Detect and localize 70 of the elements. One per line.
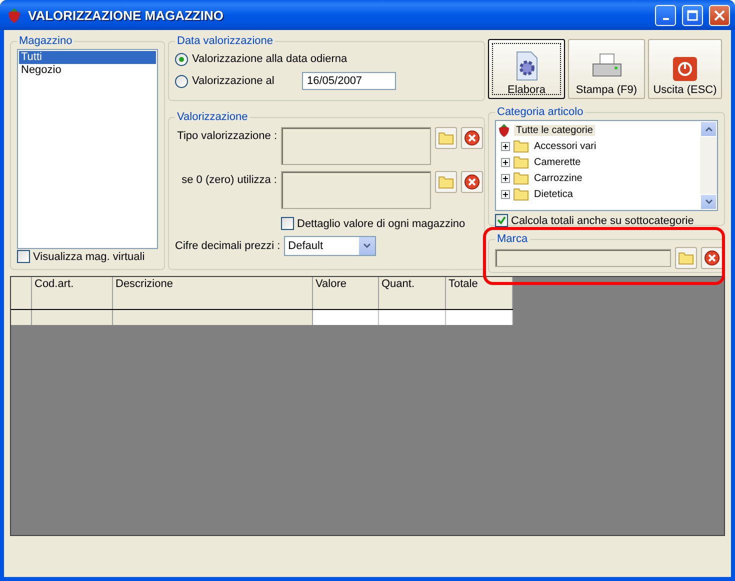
close-icon (464, 130, 480, 146)
column-header[interactable]: Cod.art. (31, 277, 112, 309)
close-icon (464, 174, 480, 190)
expand-icon[interactable] (501, 190, 510, 198)
tree-item[interactable]: Tutte le categorie (514, 124, 595, 136)
field-label: se 0 (zero) utilizza : (180, 173, 277, 186)
close-icon (704, 250, 720, 266)
checkbox[interactable] (495, 214, 508, 227)
window-title: VALORIZZAZIONE MAGAZZINO (28, 8, 224, 22)
group-title: Categoria articolo (496, 106, 584, 118)
clear-button[interactable] (701, 247, 723, 269)
radio-label: Valorizzazione alla data odierna (192, 53, 348, 65)
folder-icon (513, 187, 529, 201)
chevron-down-icon (704, 199, 712, 205)
group-title: Data valorizzazione (176, 35, 274, 47)
chevron-down-icon (363, 243, 372, 249)
input-field[interactable] (495, 249, 671, 267)
strawberry-icon (6, 7, 22, 23)
clear-button[interactable] (461, 127, 483, 149)
toolbar-button[interactable]: Elabora (488, 39, 565, 99)
folder-icon (438, 175, 454, 189)
maximize-button[interactable] (682, 4, 703, 26)
power-icon (672, 56, 698, 82)
input-field[interactable] (281, 171, 431, 209)
column-header[interactable]: Valore (312, 277, 378, 309)
expand-icon[interactable] (501, 142, 510, 150)
column-header[interactable]: Descrizione (112, 277, 312, 309)
expand-icon[interactable] (501, 158, 510, 166)
folder-icon (678, 251, 694, 265)
folder-icon (438, 131, 454, 145)
scrollbar[interactable] (700, 121, 717, 210)
column-header[interactable]: Totale (445, 277, 512, 309)
radio-label: Valorizzazione al (192, 75, 276, 87)
radio-button[interactable] (175, 74, 188, 88)
list-item[interactable]: Negozio (19, 64, 156, 77)
decimals-dropdown[interactable]: Default (284, 236, 376, 256)
checkmark-icon (497, 216, 506, 225)
folder-icon (513, 155, 529, 169)
date-field[interactable]: 16/05/2007 (302, 72, 396, 90)
close-icon (714, 10, 725, 20)
radio-button[interactable] (175, 52, 188, 66)
folder-icon (513, 139, 529, 153)
group-title: Valorizzazione (176, 111, 249, 123)
strawberry-icon (497, 123, 511, 137)
checkbox[interactable] (17, 250, 30, 263)
tree-item[interactable]: Dietetica (532, 188, 575, 200)
minimize-icon (662, 18, 668, 20)
toolbar-button[interactable]: Stampa (F9) (568, 39, 645, 99)
checkbox[interactable] (281, 217, 294, 230)
toolbar-button[interactable]: Uscita (ESC) (648, 39, 722, 99)
expand-icon[interactable] (501, 174, 510, 182)
maximize-icon (687, 10, 698, 20)
field-label: Tipo valorizzazione : (176, 129, 277, 142)
checkbox-label: Calcola totali anche su sottocategorie (511, 214, 694, 226)
column-header[interactable]: Quant. (378, 277, 445, 309)
tree-item[interactable]: Camerette (532, 156, 583, 168)
tree-item[interactable]: Accessori vari (532, 140, 598, 152)
list-item[interactable]: Tutti (19, 51, 156, 64)
group-title: Magazzino (18, 35, 74, 47)
tree-item[interactable]: Carrozzine (532, 172, 584, 184)
checkbox-label: Visualizza mag. virtuali (33, 250, 145, 262)
clear-button[interactable] (461, 171, 483, 193)
input-field[interactable] (281, 127, 431, 165)
group-title: Marca (496, 233, 529, 245)
minimize-button[interactable] (655, 4, 676, 26)
checkbox-label: Dettaglio valore di ogni magazzino (297, 218, 466, 230)
folder-icon (513, 171, 529, 185)
field-label: Cifre decimali prezzi : (175, 240, 280, 252)
close-button[interactable] (709, 4, 730, 26)
chevron-up-icon (704, 126, 712, 132)
